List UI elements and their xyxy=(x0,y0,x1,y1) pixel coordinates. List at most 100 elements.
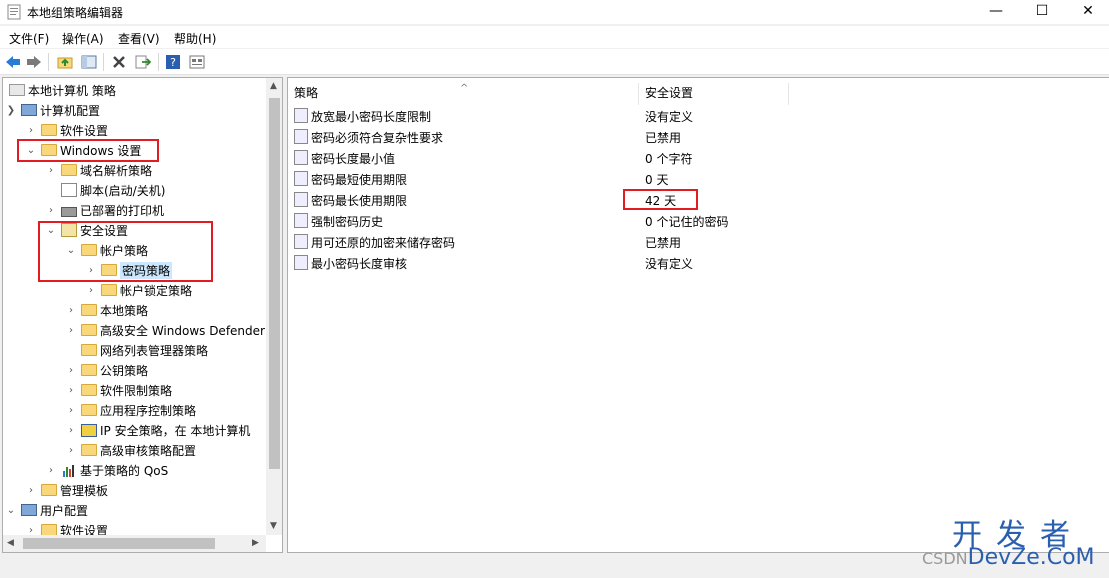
delete-icon[interactable] xyxy=(110,53,128,71)
back-arrow-icon[interactable] xyxy=(4,53,22,71)
chevron-right-icon[interactable]: › xyxy=(65,425,77,436)
table-row[interactable]: 密码最长使用期限 42 天 xyxy=(288,189,1109,210)
show-hide-tree-icon[interactable] xyxy=(80,53,98,71)
chevron-down-icon[interactable]: ⌄ xyxy=(65,245,77,256)
maximize-button[interactable]: ☐ xyxy=(1019,0,1065,24)
tree-item-label: 帐户策略 xyxy=(100,243,149,258)
chevron-right-icon[interactable]: › xyxy=(65,325,77,336)
chevron-right-icon[interactable]: › xyxy=(65,305,77,316)
scrollbar-thumb[interactable] xyxy=(23,538,215,549)
table-row[interactable]: 密码长度最小值 0 个字符 xyxy=(288,147,1109,168)
policy-setting-icon xyxy=(294,255,308,270)
column-header-label: 策略 xyxy=(294,86,319,100)
tree-item-account-lockout-policy[interactable]: › 帐户锁定策略 xyxy=(85,280,192,300)
column-header-label: 安全设置 xyxy=(645,86,694,100)
column-header-policy[interactable]: 策略 ^ xyxy=(288,83,638,105)
up-folder-icon[interactable] xyxy=(56,53,74,71)
tree-item-software-settings[interactable]: › 软件设置 xyxy=(25,120,108,140)
folder-icon xyxy=(41,144,57,156)
chevron-right-icon[interactable]: › xyxy=(85,285,97,296)
chevron-right-icon[interactable]: › xyxy=(65,385,77,396)
chevron-right-icon[interactable]: › xyxy=(85,265,97,276)
tree-horizontal-scrollbar[interactable]: ◀ ▶ xyxy=(3,535,266,552)
menu-action[interactable]: 操作(A) xyxy=(62,30,104,47)
table-row[interactable]: 强制密码历史 0 个记住的密码 xyxy=(288,210,1109,231)
table-row[interactable]: 密码必须符合复杂性要求 已禁用 xyxy=(288,126,1109,147)
sort-ascending-icon: ^ xyxy=(460,83,469,94)
chevron-right-icon[interactable]: › xyxy=(25,525,37,536)
properties-view-icon[interactable] xyxy=(188,53,206,71)
tree-item-network-list-manager[interactable]: 网络列表管理器策略 xyxy=(65,340,208,360)
scroll-right-icon[interactable]: ▶ xyxy=(252,538,259,548)
chevron-right-icon[interactable]: › xyxy=(25,485,37,496)
scroll-down-icon[interactable]: ▼ xyxy=(270,521,277,531)
tree-item-deployed-printers[interactable]: › 已部署的打印机 xyxy=(45,200,164,220)
folder-icon xyxy=(81,404,97,416)
watermark-logo: CSDNDevZe.CoM xyxy=(922,545,1095,570)
tree-item-application-control[interactable]: › 应用程序控制策略 xyxy=(65,400,196,420)
scroll-up-icon[interactable]: ▲ xyxy=(270,81,277,91)
column-header-security-setting[interactable]: 安全设置 xyxy=(639,83,789,105)
tree-item-user-config[interactable]: ⌄ 用户配置 xyxy=(5,500,88,520)
menu-view[interactable]: 查看(V) xyxy=(118,30,160,47)
tree-item-policy-based-qos[interactable]: › 基于策略的 QoS xyxy=(45,460,168,480)
folder-icon xyxy=(81,324,97,336)
chevron-right-icon[interactable]: › xyxy=(45,165,57,176)
column-divider[interactable] xyxy=(788,83,789,105)
chevron-right-icon[interactable]: › xyxy=(45,205,57,216)
tree-item-windows-settings[interactable]: ⌄ Windows 设置 xyxy=(25,140,142,160)
export-list-icon[interactable] xyxy=(134,53,152,71)
tree-item-local-policies[interactable]: › 本地策略 xyxy=(65,300,148,320)
watermark-devze: DevZe.CoM xyxy=(967,545,1095,570)
menu-help[interactable]: 帮助(H) xyxy=(174,30,216,47)
tree-item-computer-config[interactable]: ❯ 计算机配置 xyxy=(5,100,100,120)
tree-item-security-settings[interactable]: ⌄ 安全设置 xyxy=(45,220,128,240)
tree-item-account-policies[interactable]: ⌄ 帐户策略 xyxy=(65,240,148,260)
chevron-right-icon[interactable]: › xyxy=(45,465,57,476)
chevron-right-icon[interactable]: › xyxy=(65,365,77,376)
window-title: 本地组策略编辑器 xyxy=(27,6,124,20)
chevron-down-icon[interactable]: ⌄ xyxy=(5,505,17,516)
help-icon[interactable]: ? xyxy=(164,53,182,71)
tree-item-admin-templates[interactable]: › 管理模板 xyxy=(25,480,108,500)
svg-text:?: ? xyxy=(170,56,176,69)
tree-vertical-scrollbar[interactable]: ▲ ▼ xyxy=(266,78,282,535)
tree-item-ip-security[interactable]: › IP 安全策略，在 本地计算机 xyxy=(65,420,250,440)
tree-item-password-policy[interactable]: › 密码策略 xyxy=(85,260,173,280)
tree-item-software-restriction[interactable]: › 软件限制策略 xyxy=(65,380,172,400)
table-row[interactable]: 放宽最小密码长度限制 没有定义 xyxy=(288,105,1109,126)
close-button[interactable]: ✕ xyxy=(1065,0,1109,24)
policy-setting-icon xyxy=(294,150,308,165)
table-row[interactable]: 密码最短使用期限 0 天 xyxy=(288,168,1109,189)
folder-icon xyxy=(81,364,97,376)
chevron-right-icon[interactable]: › xyxy=(65,445,77,456)
scrollbar-thumb[interactable] xyxy=(269,98,280,469)
app-icon xyxy=(7,4,21,20)
toolbar-separator xyxy=(103,53,104,71)
tree-item-advanced-audit[interactable]: › 高级审核策略配置 xyxy=(65,440,196,460)
forward-arrow-icon[interactable] xyxy=(25,53,43,71)
chevron-right-icon[interactable]: › xyxy=(65,405,77,416)
tree-item-windows-defender-firewall[interactable]: › 高级安全 Windows Defender xyxy=(65,320,265,340)
scroll-left-icon[interactable]: ◀ xyxy=(7,538,14,548)
tree-item-public-key-policies[interactable]: › 公钥策略 xyxy=(65,360,148,380)
table-row[interactable]: 用可还原的加密来储存密码 已禁用 xyxy=(288,231,1109,252)
title-bar: 本地组策略编辑器 — ☐ ✕ xyxy=(0,0,1109,24)
tree-item-name-resolution-policy[interactable]: › 域名解析策略 xyxy=(45,160,152,180)
tree-item-scripts[interactable]: 脚本(启动/关机) xyxy=(45,180,165,200)
policy-list-pane: 策略 ^ 安全设置 放宽最小密码长度限制 没有定义 密码必须符合复杂性要求 已禁… xyxy=(287,77,1109,553)
computer-policy-icon xyxy=(9,84,25,96)
toolbar-separator xyxy=(158,53,159,71)
minimize-button[interactable]: — xyxy=(973,0,1019,24)
chevron-down-icon[interactable]: ❯ xyxy=(5,105,17,116)
tree-item-local-computer-policy[interactable]: 本地计算机 策略 xyxy=(5,80,116,100)
menu-file[interactable]: 文件(F) xyxy=(9,30,49,47)
tree-item-label: 基于策略的 QoS xyxy=(80,463,169,478)
chevron-down-icon[interactable]: ⌄ xyxy=(25,145,37,156)
tree-item-label: 管理模板 xyxy=(60,483,109,498)
folder-icon xyxy=(61,164,77,176)
table-row[interactable]: 最小密码长度审核 没有定义 xyxy=(288,252,1109,273)
chevron-down-icon[interactable]: ⌄ xyxy=(45,225,57,236)
printer-icon xyxy=(61,206,77,217)
chevron-right-icon[interactable]: › xyxy=(25,125,37,136)
